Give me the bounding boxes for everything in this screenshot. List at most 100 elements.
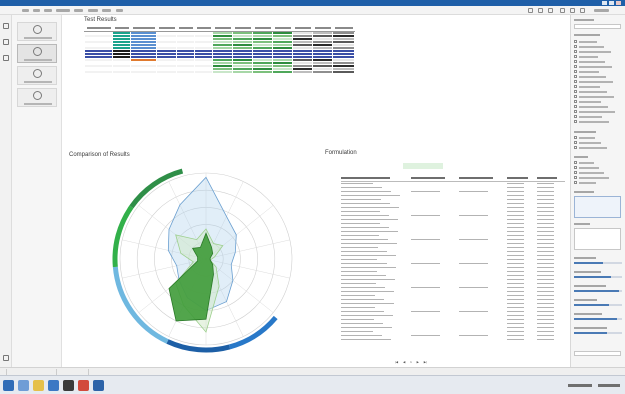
- filter-checkbox[interactable]: [574, 181, 619, 185]
- panel-search-field[interactable]: [574, 24, 621, 29]
- bookmark-icon[interactable]: [3, 355, 9, 361]
- filter-checkbox[interactable]: [574, 136, 619, 140]
- panel-section-heading: [574, 191, 594, 193]
- nav-tile-settings[interactable]: [17, 88, 57, 107]
- radar-chart: [112, 168, 293, 353]
- radar-category-arc: [129, 168, 184, 209]
- panel-dropdown[interactable]: [574, 351, 621, 356]
- menu-item-edit[interactable]: [33, 9, 40, 12]
- gear-icon: [33, 91, 42, 100]
- start-icon[interactable]: [3, 380, 14, 391]
- range-slider[interactable]: [574, 276, 622, 278]
- active-app-icon[interactable]: [93, 380, 104, 391]
- close-button[interactable]: [616, 1, 621, 5]
- filter-icon[interactable]: [548, 8, 553, 13]
- filter-checkbox[interactable]: [574, 75, 619, 79]
- filter-checkbox[interactable]: [574, 55, 619, 59]
- range-slider[interactable]: [574, 332, 622, 334]
- filter-checkbox[interactable]: [574, 40, 619, 44]
- nav-tile-results[interactable]: [17, 22, 57, 41]
- table-cell: [130, 69, 157, 74]
- panel-heading: [574, 19, 594, 21]
- pager-prev-icon[interactable]: ◀: [403, 360, 405, 364]
- table-cell: [292, 69, 313, 74]
- menu-item-window[interactable]: [102, 9, 111, 12]
- user-icon[interactable]: [560, 8, 565, 13]
- radar-category-arc: [166, 339, 231, 353]
- radar-category-arc: [112, 205, 134, 268]
- help-icon[interactable]: [580, 8, 585, 13]
- pager-last-icon[interactable]: ▶|: [424, 360, 427, 364]
- table-cell: [194, 69, 213, 74]
- filter-checkbox[interactable]: [574, 171, 619, 175]
- filter-checkbox[interactable]: [574, 65, 619, 69]
- app-icon[interactable]: [78, 380, 89, 391]
- notification-icon[interactable]: [570, 8, 575, 13]
- menu-item-view[interactable]: [44, 9, 52, 12]
- menu-item-file[interactable]: [22, 9, 29, 12]
- filter-checkbox[interactable]: [574, 45, 619, 49]
- home-icon[interactable]: [3, 23, 9, 29]
- selection-list[interactable]: [574, 228, 621, 250]
- filter-checkbox[interactable]: [574, 166, 619, 170]
- search-icon[interactable]: [18, 380, 29, 391]
- filter-checkbox[interactable]: [574, 60, 619, 64]
- table-row[interactable]: [84, 69, 355, 74]
- terminal-icon[interactable]: [63, 380, 74, 391]
- range-slider[interactable]: [574, 318, 622, 320]
- menu-item-data[interactable]: [88, 9, 98, 12]
- filter-checkbox[interactable]: [574, 70, 619, 74]
- filter-checkbox[interactable]: [574, 120, 619, 124]
- filter-checkbox[interactable]: [574, 161, 619, 165]
- filter-checkbox[interactable]: [574, 95, 619, 99]
- filter-checkbox[interactable]: [574, 80, 619, 84]
- nav-tile-comparison[interactable]: [17, 44, 57, 63]
- left-rail: [0, 15, 12, 367]
- minimize-button[interactable]: [602, 1, 607, 5]
- gear-icon[interactable]: [3, 39, 9, 45]
- filter-checkbox[interactable]: [574, 176, 619, 180]
- filter-checkbox[interactable]: [574, 90, 619, 94]
- list-item[interactable]: [341, 337, 565, 341]
- clock: [598, 384, 620, 387]
- nav-tile-formulation[interactable]: [17, 66, 57, 85]
- refresh-icon[interactable]: [528, 8, 533, 13]
- flask-icon: [33, 25, 42, 34]
- table-cell: [112, 69, 131, 74]
- filter-checkbox[interactable]: [574, 50, 619, 54]
- slider-label: [574, 257, 596, 259]
- maximize-button[interactable]: [609, 1, 614, 5]
- filter-checkbox[interactable]: [574, 141, 619, 145]
- formulation-panel: Formulation: [325, 148, 568, 363]
- table-cell: [232, 69, 253, 74]
- pager-next-icon[interactable]: ▶: [417, 360, 419, 364]
- test-results-title: Test Results: [84, 17, 117, 23]
- filter-checkbox[interactable]: [574, 115, 619, 119]
- range-slider[interactable]: [574, 290, 622, 292]
- selection-list[interactable]: [574, 196, 621, 218]
- search-box[interactable]: [594, 9, 609, 12]
- pager-first-icon[interactable]: |◀: [395, 360, 398, 364]
- filter-checkbox[interactable]: [574, 105, 619, 109]
- table-cell: [84, 69, 113, 74]
- folder-icon[interactable]: [33, 380, 44, 391]
- pager: |◀ ◀ 1 ▶ ▶|: [395, 360, 431, 364]
- chart-icon[interactable]: [3, 55, 9, 61]
- filter-checkbox[interactable]: [574, 100, 619, 104]
- table-cell: [176, 69, 195, 74]
- settings-icon[interactable]: [538, 8, 543, 13]
- browser-icon[interactable]: [48, 380, 59, 391]
- filter-checkbox[interactable]: [574, 85, 619, 89]
- system-tray: [568, 384, 592, 387]
- menu-item-tools[interactable]: [74, 9, 83, 12]
- filter-checkbox[interactable]: [574, 110, 619, 114]
- filter-checkbox[interactable]: [574, 146, 619, 150]
- slider-label: [574, 285, 606, 287]
- menu-item-manage[interactable]: [56, 9, 70, 12]
- formulation-title: Formulation: [325, 150, 357, 156]
- menu-item-help[interactable]: [116, 9, 123, 12]
- range-slider[interactable]: [574, 262, 622, 264]
- slider-label: [574, 271, 601, 273]
- range-slider[interactable]: [574, 304, 622, 306]
- test-results-table: [84, 26, 355, 74]
